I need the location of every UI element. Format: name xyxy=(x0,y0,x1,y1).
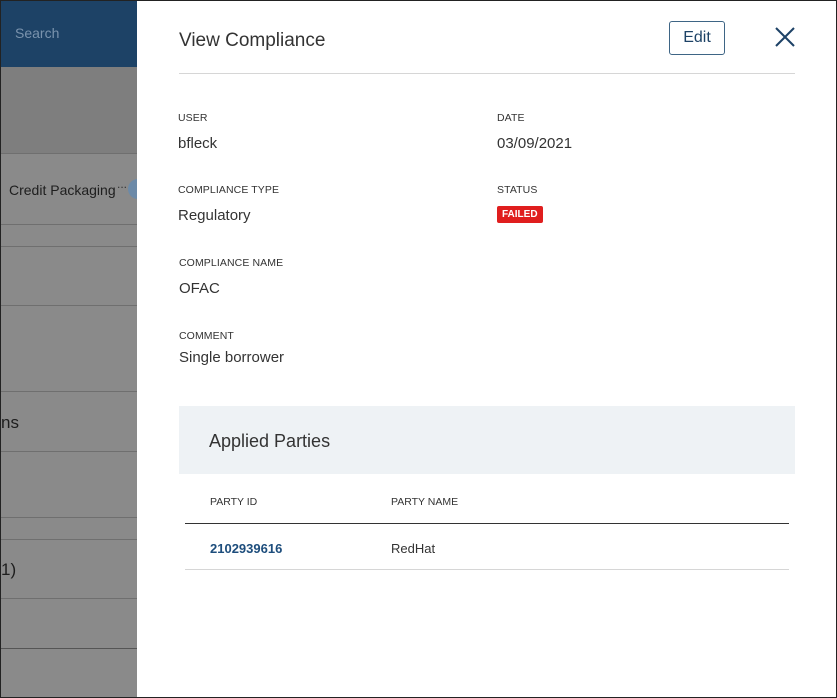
compliance-name-value: OFAC xyxy=(179,280,220,297)
column-header-party-name: PARTY NAME xyxy=(391,496,459,508)
background-divider xyxy=(1,517,137,518)
app-window: Search Credit Packaging ... ns 1) View C… xyxy=(0,0,837,698)
status-badge: FAILED xyxy=(497,206,543,223)
user-value: bfleck xyxy=(178,135,218,152)
date-value: 03/09/2021 xyxy=(497,135,573,152)
background-search-placeholder: Search xyxy=(15,25,60,41)
background-app-overlay[interactable]: Search Credit Packaging ... ns 1) xyxy=(1,1,137,697)
user-label: USER xyxy=(178,112,208,124)
background-divider xyxy=(1,246,137,247)
comment-value: Single borrower xyxy=(179,349,285,366)
background-divider xyxy=(1,153,137,154)
applied-parties-section: Applied Parties xyxy=(179,406,795,474)
table-header-divider xyxy=(185,523,789,524)
comment-label: COMMENT xyxy=(179,330,234,342)
background-action-circle xyxy=(128,179,137,199)
background-header-band xyxy=(1,67,137,153)
party-name-cell: RedHat xyxy=(391,541,436,556)
compliance-type-label: COMPLIANCE TYPE xyxy=(178,184,280,196)
background-divider xyxy=(1,451,137,452)
close-icon xyxy=(775,27,795,47)
status-label: STATUS xyxy=(497,184,538,196)
party-id-link[interactable]: 2102939616 xyxy=(210,541,282,556)
background-divider xyxy=(1,598,137,599)
panel-title: View Compliance xyxy=(179,30,326,51)
background-divider xyxy=(1,391,137,392)
edit-button[interactable]: Edit xyxy=(669,21,725,55)
column-header-party-id: PARTY ID xyxy=(210,496,258,508)
background-divider xyxy=(1,305,137,306)
table-row-divider xyxy=(185,569,789,570)
close-button[interactable] xyxy=(771,23,799,51)
background-credit-packaging: Credit Packaging xyxy=(9,182,116,198)
background-text-fragment: 1) xyxy=(1,560,17,579)
compliance-type-value: Regulatory xyxy=(178,207,251,224)
header-divider xyxy=(179,73,795,74)
background-divider xyxy=(1,224,137,225)
background-divider xyxy=(1,539,137,540)
compliance-name-label: COMPLIANCE NAME xyxy=(179,257,284,269)
background-divider xyxy=(1,648,137,649)
date-label: DATE xyxy=(497,112,525,124)
background-text-fragment: ns xyxy=(1,413,19,432)
view-compliance-panel: View Compliance Edit USER bfleck DATE 03… xyxy=(137,1,836,697)
applied-parties-title: Applied Parties xyxy=(209,431,331,451)
background-ellipsis: ... xyxy=(117,177,128,191)
background-top-bar: Search xyxy=(1,1,137,67)
